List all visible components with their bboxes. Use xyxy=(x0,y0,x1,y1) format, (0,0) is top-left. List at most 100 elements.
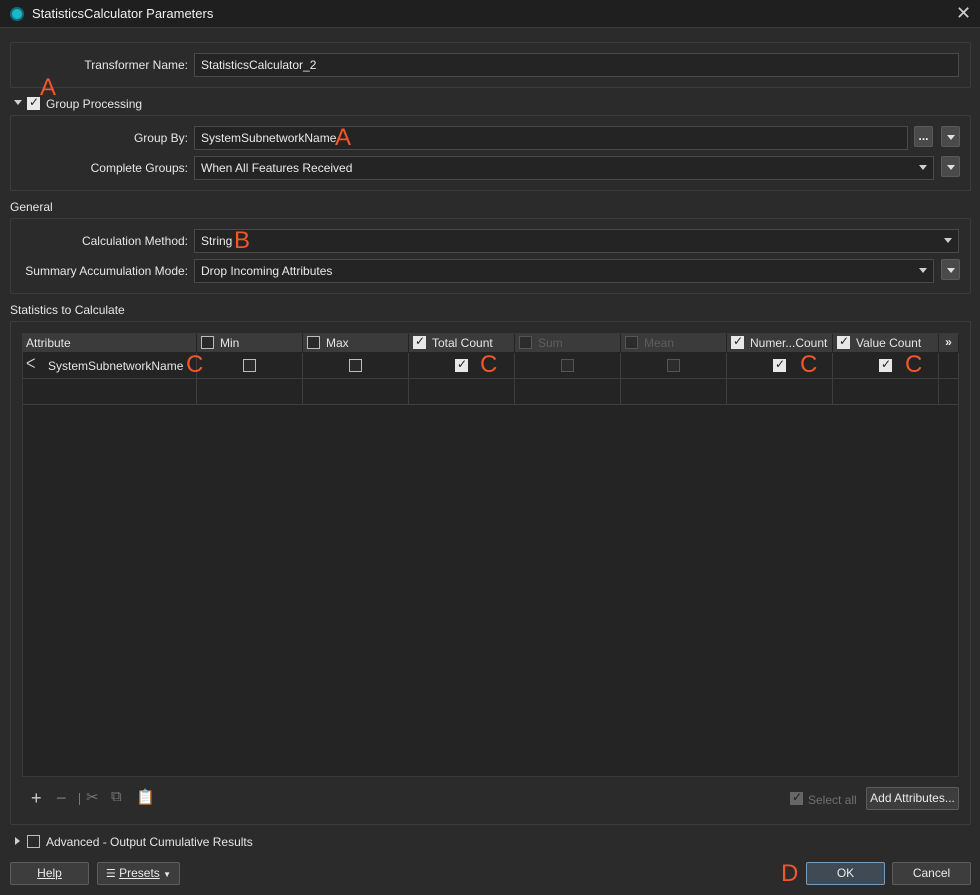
empty-cell xyxy=(197,379,303,405)
total-count-header-checkbox[interactable] xyxy=(413,334,426,349)
more-columns-button[interactable]: » xyxy=(939,334,959,353)
value-count-header-checkbox[interactable] xyxy=(837,334,850,349)
row-numeric-count-checkbox[interactable] xyxy=(773,357,786,372)
row-min-cell[interactable] xyxy=(197,353,303,379)
row-mean-checkbox xyxy=(667,359,680,372)
complete-groups-select[interactable]: When All Features Received xyxy=(194,156,934,180)
row-value-count-checkbox[interactable] xyxy=(879,357,892,372)
annotation-a-2: A xyxy=(335,124,352,151)
chevron-down-icon xyxy=(919,165,927,170)
chevron-down-icon xyxy=(947,135,955,140)
complete-groups-value: When All Features Received xyxy=(201,161,353,175)
column-header-value-count[interactable]: Value Count xyxy=(833,334,939,353)
group-by-label: Group By: xyxy=(133,131,188,145)
calc-method-label: Calculation Method: xyxy=(81,234,188,248)
empty-cell xyxy=(621,379,727,405)
chevron-down-icon xyxy=(947,165,955,170)
empty-cell xyxy=(409,379,515,405)
group-by-value: SystemSubnetworkName xyxy=(201,131,337,145)
app-icon xyxy=(10,7,24,21)
max-header-checkbox[interactable] xyxy=(307,336,320,349)
group-by-input[interactable]: SystemSubnetworkName xyxy=(194,126,908,150)
general-title: General xyxy=(10,200,53,214)
numeric-count-header-checkbox[interactable] xyxy=(731,334,744,349)
row-total-count-cell[interactable] xyxy=(409,353,515,379)
statistics-table: Attribute Min Max Total Count Sum Mean N… xyxy=(22,333,959,777)
select-all-checkbox xyxy=(790,790,803,805)
group-by-menu-button[interactable] xyxy=(941,126,960,147)
empty-row[interactable] xyxy=(23,379,197,405)
empty-cell xyxy=(939,379,959,405)
transformer-name-label: Transformer Name: xyxy=(84,58,188,72)
cut-icon[interactable]: ✂ xyxy=(86,788,99,806)
annotation-d: D xyxy=(781,860,799,887)
annotation-c-4: C xyxy=(905,351,923,378)
window-title: StatisticsCalculator Parameters xyxy=(32,6,214,21)
annotation-a-1: A xyxy=(40,74,57,101)
row-min-checkbox[interactable] xyxy=(243,359,256,372)
row-value-count-cell[interactable] xyxy=(833,353,939,379)
mean-header-checkbox xyxy=(625,336,638,349)
paste-icon[interactable]: 📋 xyxy=(136,788,155,806)
chevron-down-icon xyxy=(947,268,955,273)
advanced-checkbox[interactable] xyxy=(27,835,40,848)
annotation-c-2: C xyxy=(480,351,498,378)
copy-icon[interactable]: ⧉ xyxy=(111,788,122,805)
row-total-count-checkbox[interactable] xyxy=(455,357,468,372)
calc-method-select[interactable]: String xyxy=(194,229,959,253)
column-header-sum: Sum xyxy=(515,334,621,353)
column-header-numeric-count[interactable]: Numer...Count xyxy=(727,334,833,353)
empty-cell xyxy=(727,379,833,405)
summary-mode-select[interactable]: Drop Incoming Attributes xyxy=(194,259,934,283)
ok-button[interactable]: OK xyxy=(806,862,885,885)
close-icon[interactable]: ✕ xyxy=(956,3,971,24)
expand-arrow-icon[interactable] xyxy=(15,837,20,845)
column-header-mean: Mean xyxy=(621,334,727,353)
row-max-checkbox[interactable] xyxy=(349,359,362,372)
annotation-b: B xyxy=(234,227,251,254)
transformer-name-input[interactable]: StatisticsCalculator_2 xyxy=(194,53,959,77)
chevron-down-icon: ▼ xyxy=(163,870,172,879)
help-button[interactable]: Help xyxy=(10,862,89,885)
advanced-label: Advanced - Output Cumulative Results xyxy=(46,835,253,849)
row-sum-checkbox xyxy=(561,359,574,372)
summary-mode-value: Drop Incoming Attributes xyxy=(201,264,333,278)
group-processing-label: Group Processing xyxy=(46,97,143,111)
table-row[interactable]: ᐸ SystemSubnetworkName xyxy=(23,353,197,379)
column-header-min[interactable]: Min xyxy=(197,334,303,353)
row-mean-cell xyxy=(621,353,727,379)
add-row-icon[interactable]: + xyxy=(31,788,42,809)
empty-cell xyxy=(515,379,621,405)
row-attribute-name: SystemSubnetworkName xyxy=(48,359,184,373)
group-processing-checkbox[interactable] xyxy=(27,95,40,110)
row-extra-cell xyxy=(939,353,959,379)
row-max-cell[interactable] xyxy=(303,353,409,379)
remove-row-icon[interactable]: − xyxy=(56,788,67,809)
column-header-total-count[interactable]: Total Count xyxy=(409,334,515,353)
cancel-button[interactable]: Cancel xyxy=(892,862,971,885)
toolbar-separator xyxy=(79,793,80,805)
presets-button[interactable]: ☰ Presets ▼ xyxy=(97,862,180,885)
empty-cell xyxy=(833,379,939,405)
collapse-arrow-icon[interactable] xyxy=(14,100,22,105)
column-header-attribute[interactable]: Attribute xyxy=(23,334,197,353)
attribute-icon: ᐸ xyxy=(26,356,36,371)
column-header-max[interactable]: Max xyxy=(303,334,409,353)
chevron-down-icon xyxy=(944,238,952,243)
add-attributes-button[interactable]: Add Attributes... xyxy=(866,787,959,810)
select-all-label: Select all xyxy=(808,793,857,807)
summary-mode-menu-button[interactable] xyxy=(941,259,960,280)
summary-mode-label: Summary Accumulation Mode: xyxy=(25,264,188,278)
annotation-c-3: C xyxy=(800,351,818,378)
annotation-c-1: C xyxy=(186,351,204,378)
complete-groups-label: Complete Groups: xyxy=(90,161,188,175)
row-sum-cell xyxy=(515,353,621,379)
min-header-checkbox[interactable] xyxy=(201,336,214,349)
complete-groups-menu-button[interactable] xyxy=(941,156,960,177)
calc-method-value: String xyxy=(201,234,233,248)
chevron-down-icon xyxy=(919,268,927,273)
empty-cell xyxy=(303,379,409,405)
group-by-browse-button[interactable]: ... xyxy=(914,126,933,147)
statistics-title: Statistics to Calculate xyxy=(10,303,125,317)
sum-header-checkbox xyxy=(519,336,532,349)
